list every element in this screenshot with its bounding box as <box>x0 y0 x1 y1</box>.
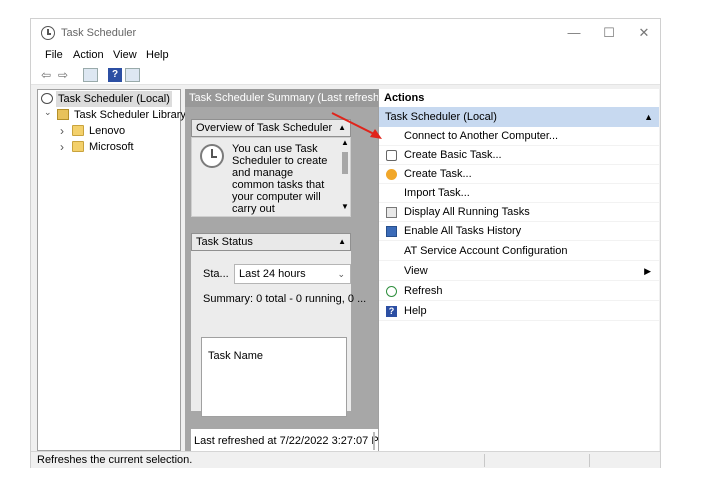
task-scheduler-window: Task Scheduler — ☐ ✕ File Action View He… <box>30 18 661 468</box>
task-list[interactable]: Task Name <box>201 337 347 417</box>
action-label: Enable All Tasks History <box>404 225 522 237</box>
action-create-basic-task[interactable]: Create Basic Task... <box>379 146 659 165</box>
status-summary: Summary: 0 total - 0 running, 0 ... <box>203 293 367 305</box>
action-display-all-running-tasks[interactable]: Display All Running Tasks <box>379 203 659 222</box>
task-status-content: Sta... Last 24 hours ⌄ Summary: 0 total … <box>191 251 366 417</box>
console-tree: Task Scheduler (Local) ⌄ Task Scheduler … <box>37 89 186 451</box>
action-import-task[interactable]: Import Task... <box>379 184 659 203</box>
menu-file[interactable]: File <box>45 49 63 61</box>
refresh-icon <box>386 286 397 297</box>
overview-scrollbar[interactable]: ▲ ▼ <box>339 138 350 216</box>
group-label: Task Scheduler (Local) <box>385 111 497 123</box>
action-help[interactable]: ? Help <box>379 302 659 321</box>
summary-pane: Task Scheduler Summary (Last refreshed: … <box>185 89 403 453</box>
select-value: Last 24 hours <box>239 268 306 280</box>
action-view[interactable]: View ▶ <box>379 262 659 281</box>
folder-icon <box>72 141 84 152</box>
show-hide-console-tree-icon[interactable] <box>83 68 98 82</box>
tree-item-label: Lenovo <box>89 125 126 137</box>
chevron-right-icon[interactable]: › <box>60 139 64 155</box>
forward-arrow-icon[interactable]: ⇨ <box>58 68 68 82</box>
tree-item-microsoft[interactable]: › Microsoft <box>38 139 180 155</box>
status-label: Sta... <box>203 268 229 280</box>
action-label: Import Task... <box>404 187 470 199</box>
toolbar: ⇦ ⇨ ? <box>31 65 660 85</box>
maximize-button[interactable]: ☐ <box>594 23 624 43</box>
action-label: Refresh <box>404 285 443 297</box>
overview-content: You can use Task Scheduler to create and… <box>191 137 351 217</box>
status-divider <box>484 454 485 467</box>
chevron-up-icon[interactable]: ▲ <box>338 234 346 250</box>
summary-body: Overview of Task Scheduler ▲ You can use… <box>185 107 390 453</box>
actions-title: Actions <box>384 92 425 104</box>
show-hide-action-pane-icon[interactable] <box>125 68 140 82</box>
action-label: View <box>404 265 428 277</box>
back-arrow-icon[interactable]: ⇦ <box>41 68 51 82</box>
task-name-column-header: Task Name <box>208 350 264 362</box>
action-label: Display All Running Tasks <box>404 206 530 218</box>
status-bar: Refreshes the current selection. <box>31 451 660 468</box>
menu-view[interactable]: View <box>113 49 137 61</box>
minimize-button[interactable]: — <box>559 23 589 43</box>
last-refreshed-text: Last refreshed at 7/22/2022 3:27:07 PM <box>191 429 388 453</box>
menu-action[interactable]: Action <box>73 49 104 61</box>
summary-header: Task Scheduler Summary (Last refreshed: … <box>185 89 403 107</box>
running-tasks-icon <box>386 207 397 218</box>
action-label: AT Service Account Configuration <box>404 245 568 257</box>
status-divider <box>589 454 590 467</box>
library-folder-icon <box>57 109 69 120</box>
action-label: Help <box>404 305 427 317</box>
basic-task-icon <box>386 150 397 161</box>
chevron-down-icon: ⌄ <box>337 269 345 279</box>
actions-pane: Actions Task Scheduler (Local) ▲ Connect… <box>378 89 659 451</box>
annotation-arrow-icon <box>331 112 382 139</box>
status-text: Refreshes the current selection. <box>37 454 193 466</box>
chevron-down-icon[interactable]: ⌄ <box>44 104 52 120</box>
window-title: Task Scheduler <box>61 27 137 39</box>
submenu-arrow-icon: ▶ <box>644 266 651 276</box>
history-icon <box>386 226 397 237</box>
action-enable-all-tasks-history[interactable]: Enable All Tasks History <box>379 222 659 241</box>
help-icon[interactable]: ? <box>108 68 122 82</box>
tree-item-label: Task Scheduler Library <box>74 109 186 121</box>
close-button[interactable]: ✕ <box>629 23 659 43</box>
action-label: Create Basic Task... <box>404 149 502 161</box>
actions-group-task-scheduler-local[interactable]: Task Scheduler (Local) ▲ <box>379 107 659 127</box>
task-status-section-header[interactable]: Task Status ▲ <box>191 233 351 251</box>
action-create-task[interactable]: Create Task... <box>379 165 659 184</box>
action-label: Connect to Another Computer... <box>404 130 559 142</box>
action-at-service-account-configuration[interactable]: AT Service Account Configuration <box>379 242 659 261</box>
menu-help[interactable]: Help <box>146 49 169 61</box>
menu-bar: File Action View Help <box>31 47 660 65</box>
overview-section-header[interactable]: Overview of Task Scheduler ▲ <box>191 119 351 137</box>
section-title: Overview of Task Scheduler <box>196 122 333 134</box>
help-icon: ? <box>386 306 397 317</box>
folder-icon <box>72 125 84 136</box>
clock-icon <box>41 93 53 104</box>
chevron-right-icon[interactable]: › <box>60 123 64 139</box>
tree-item-label: Microsoft <box>89 141 134 153</box>
clock-icon <box>200 144 224 168</box>
tree-item-task-scheduler-library[interactable]: ⌄ Task Scheduler Library <box>38 104 186 123</box>
action-refresh[interactable]: Refresh <box>379 282 659 301</box>
status-period-select[interactable]: Last 24 hours ⌄ <box>234 264 351 284</box>
collapse-up-icon[interactable]: ▲ <box>644 107 653 127</box>
action-connect-to-another-computer[interactable]: Connect to Another Computer... <box>379 127 659 146</box>
tree-item-task-scheduler-local[interactable]: Task Scheduler (Local) <box>38 91 180 107</box>
tree-item-lenovo[interactable]: › Lenovo <box>38 123 180 139</box>
title-bar: Task Scheduler — ☐ ✕ <box>31 19 660 47</box>
clock-icon <box>41 26 55 40</box>
action-label: Create Task... <box>404 168 472 180</box>
overview-text: You can use Task Scheduler to create and… <box>232 143 328 216</box>
task-icon <box>386 169 397 180</box>
tree-item-label: Task Scheduler (Local) <box>56 91 172 107</box>
section-title: Task Status <box>196 236 253 248</box>
